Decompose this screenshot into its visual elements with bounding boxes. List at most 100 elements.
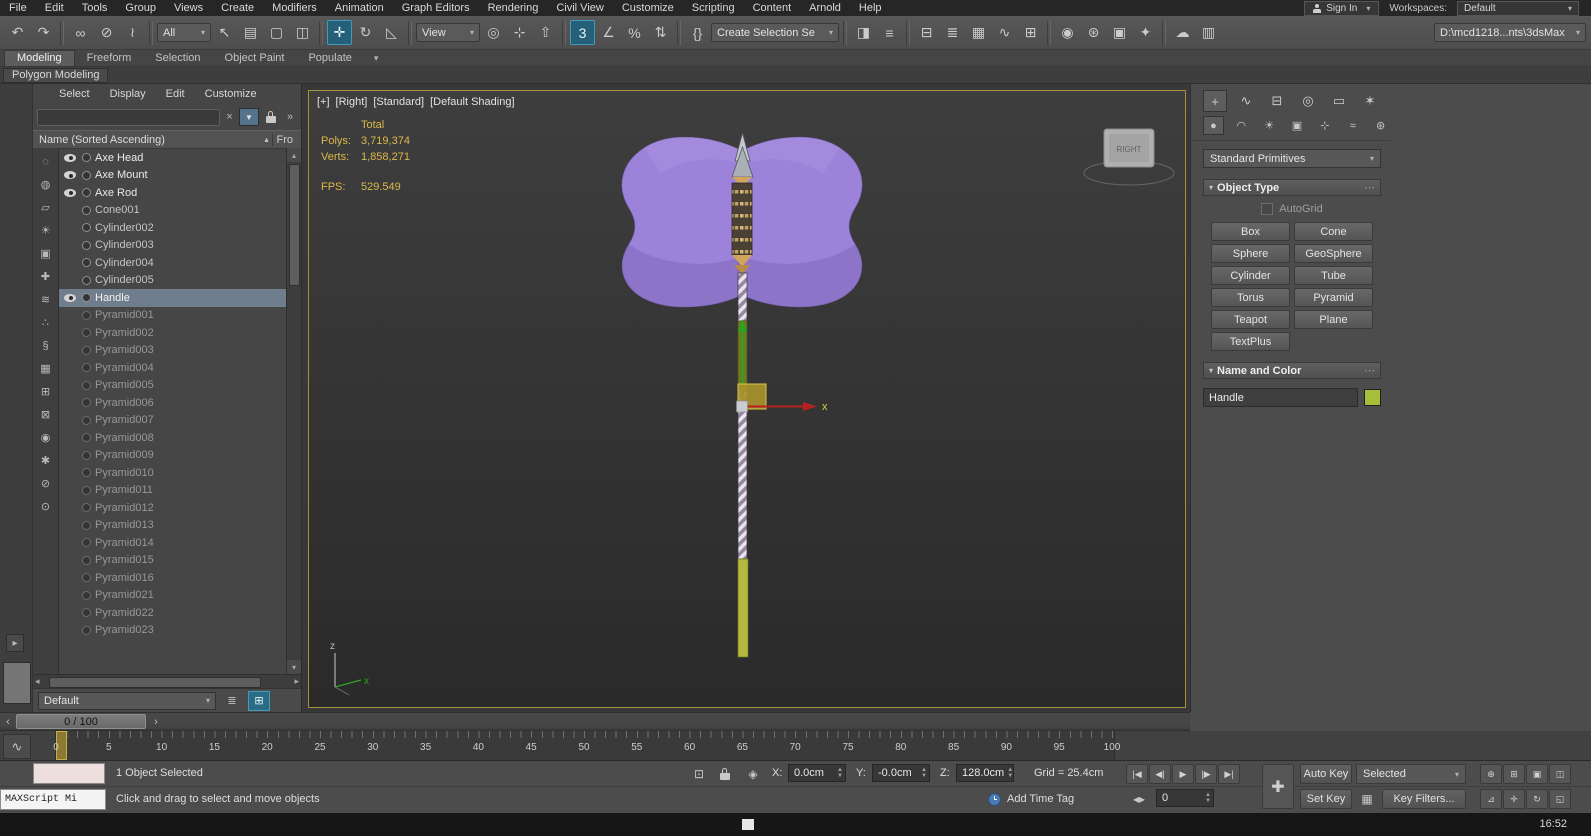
zoom-extents-button[interactable]: ▣ xyxy=(1526,764,1548,784)
selection-set-key-dropdown[interactable]: Selected ▾ xyxy=(1356,764,1466,784)
use-pivot-point-center-icon[interactable]: ◎ xyxy=(481,20,506,45)
window-crossing-toggle-icon[interactable]: ◫ xyxy=(290,20,315,45)
autogrid-checkbox[interactable] xyxy=(1261,203,1274,215)
scene-object-row[interactable]: Pyramid022 xyxy=(59,604,286,622)
scene-object-row[interactable]: Pyramid014 xyxy=(59,534,286,552)
bind-to-space-warp-icon[interactable]: ≀ xyxy=(120,20,145,45)
y-spinner[interactable] xyxy=(921,767,927,779)
current-frame-field[interactable]: 0 xyxy=(1156,789,1214,807)
scene-object-row[interactable]: Cylinder002 xyxy=(59,219,286,237)
menu-item-civil-view[interactable]: Civil View xyxy=(547,0,612,16)
object-type-rollout[interactable]: ▾ Object Type ⋯ xyxy=(1203,179,1381,196)
sign-in-button[interactable]: Sign In ▾ xyxy=(1304,0,1380,16)
field-of-view-button[interactable]: ⊿ xyxy=(1480,789,1502,809)
redo-icon[interactable]: ↷ xyxy=(31,20,56,45)
render-gallery-icon[interactable]: ▥ xyxy=(1196,20,1221,45)
visibility-eye-icon[interactable] xyxy=(63,169,78,181)
key-filters-button[interactable]: Key Filters... xyxy=(1382,789,1466,809)
tab-polygon-modeling[interactable]: Polygon Modeling xyxy=(3,67,109,83)
scene-object-row[interactable]: Pyramid002 xyxy=(59,324,286,342)
geometry-category[interactable]: ● xyxy=(1203,116,1224,135)
display-tab[interactable]: ▭ xyxy=(1327,90,1351,112)
mini-curve-editor-button[interactable]: ∿ xyxy=(3,734,31,759)
display-none-icon[interactable]: ◌ xyxy=(36,150,56,173)
scene-object-row[interactable]: Pyramid009 xyxy=(59,447,286,465)
undo-icon[interactable]: ↶ xyxy=(5,20,30,45)
scene-object-row[interactable]: Pyramid004 xyxy=(59,359,286,377)
shapes-category[interactable]: ◠ xyxy=(1231,116,1252,135)
zoom-all-button[interactable]: ⊞ xyxy=(1503,764,1525,784)
scene-object-row[interactable]: Cone001 xyxy=(59,202,286,220)
isolate-selection-toggle[interactable]: ⊡ xyxy=(688,764,710,784)
x-coordinate-field[interactable]: 0.0cm xyxy=(788,764,846,782)
select-and-manipulate-icon[interactable]: ⊹ xyxy=(507,20,532,45)
display-groups-icon[interactable]: ⊞ xyxy=(36,380,56,403)
scene-object-row[interactable]: Axe Head xyxy=(59,149,286,167)
viewport-layout-tab[interactable] xyxy=(3,662,31,704)
x-spinner[interactable] xyxy=(837,767,843,779)
display-particles-icon[interactable]: ∴ xyxy=(36,311,56,334)
rendered-frame-window-icon[interactable]: ▣ xyxy=(1107,20,1132,45)
scene-object-row[interactable]: Pyramid003 xyxy=(59,342,286,360)
select-and-move-icon[interactable]: ✛ xyxy=(327,20,352,45)
viewport-right[interactable]: x RIGHT z x [+] [Right] [Standard] [Defa… xyxy=(308,90,1186,708)
time-slider-prev-arrow[interactable]: ‹ xyxy=(2,715,14,728)
toggle-layer-explorer-icon[interactable]: ≣ xyxy=(940,20,965,45)
spacewarps-category[interactable]: ≈ xyxy=(1342,116,1363,135)
display-geometry-icon[interactable]: ◍ xyxy=(36,173,56,196)
create-teapot-button[interactable]: Teapot xyxy=(1211,310,1290,329)
select-and-rotate-icon[interactable]: ↻ xyxy=(353,20,378,45)
modify-tab[interactable]: ∿ xyxy=(1234,90,1258,112)
rectangular-selection-region-icon[interactable]: ▢ xyxy=(264,20,289,45)
reference-coordinate-dropdown[interactable]: View ▾ xyxy=(416,23,480,42)
render-production-icon[interactable]: ✦ xyxy=(1133,20,1158,45)
scene-object-row[interactable]: Pyramid008 xyxy=(59,429,286,447)
layer-selector-dropdown[interactable]: Default ▾ xyxy=(38,691,216,710)
angle-snap-toggle-icon[interactable]: ∠ xyxy=(596,20,621,45)
viewcube-face-label[interactable]: RIGHT xyxy=(1117,145,1142,154)
scene-object-row[interactable]: Pyramid013 xyxy=(59,517,286,535)
time-slider-next-arrow[interactable]: › xyxy=(150,715,162,728)
select-and-scale-icon[interactable]: ◺ xyxy=(379,20,404,45)
menu-item-create[interactable]: Create xyxy=(212,0,263,16)
menu-item-rendering[interactable]: Rendering xyxy=(479,0,548,16)
curve-editor-icon[interactable]: ∿ xyxy=(992,20,1017,45)
selection-lock-toggle[interactable] xyxy=(714,764,736,784)
ribbon-tab-populate[interactable]: Populate xyxy=(296,51,363,66)
display-containers-icon[interactable]: ▦ xyxy=(36,357,56,380)
taskbar-peek-window[interactable] xyxy=(742,819,754,830)
filter-funnel-icon[interactable]: ▼ xyxy=(239,108,259,126)
scene-object-row[interactable]: Axe Rod xyxy=(59,184,286,202)
scene-object-row[interactable]: Pyramid021 xyxy=(59,587,286,605)
display-lights-icon[interactable]: ☀ xyxy=(36,219,56,242)
scene-object-row[interactable]: Cylinder004 xyxy=(59,254,286,272)
explorer-grid-view-button[interactable]: ⊞ xyxy=(248,690,270,711)
percent-snap-toggle-icon[interactable]: % xyxy=(622,20,647,45)
named-selection-set-dropdown[interactable]: Create Selection Se ▾ xyxy=(711,23,839,42)
name-color-rollout[interactable]: ▾ Name and Color ⋯ xyxy=(1203,362,1381,379)
scene-object-row[interactable]: Pyramid001 xyxy=(59,307,286,325)
explorer-lock-button[interactable] xyxy=(262,109,280,125)
schematic-view-icon[interactable]: ⊞ xyxy=(1018,20,1043,45)
create-tube-button[interactable]: Tube xyxy=(1294,266,1373,285)
spinner-snap-toggle-icon[interactable]: ⇅ xyxy=(648,20,673,45)
ribbon-tab-object-paint[interactable]: Object Paint xyxy=(213,51,297,66)
edit-named-selection-sets-icon[interactable]: {} xyxy=(685,20,710,45)
explorer-column-header[interactable]: Name (Sorted Ascending) ▴ Fro xyxy=(33,130,301,149)
select-by-name-icon[interactable]: ▤ xyxy=(238,20,263,45)
create-pyramid-button[interactable]: Pyramid xyxy=(1294,288,1373,307)
create-box-button[interactable]: Box xyxy=(1211,222,1290,241)
play-animation-button[interactable]: ▶ xyxy=(1172,764,1194,784)
scene-object-row[interactable]: Pyramid012 xyxy=(59,499,286,517)
hscrollbar-thumb[interactable] xyxy=(49,677,261,688)
scene-object-row[interactable]: Pyramid006 xyxy=(59,394,286,412)
scroll-right-arrow[interactable]: ▸ xyxy=(294,676,299,687)
viewport-renderer-menu[interactable]: [Standard] xyxy=(373,96,424,108)
menu-item-file[interactable]: File xyxy=(0,0,36,16)
select-object-icon[interactable]: ↖ xyxy=(212,20,237,45)
scene-object-row[interactable]: Axe Mount xyxy=(59,167,286,185)
scene-object-row[interactable]: Cylinder003 xyxy=(59,237,286,255)
primitive-category-dropdown[interactable]: Standard Primitives ▾ xyxy=(1203,149,1381,168)
scroll-left-arrow[interactable]: ◂ xyxy=(35,676,40,687)
create-sphere-button[interactable]: Sphere xyxy=(1211,244,1290,263)
